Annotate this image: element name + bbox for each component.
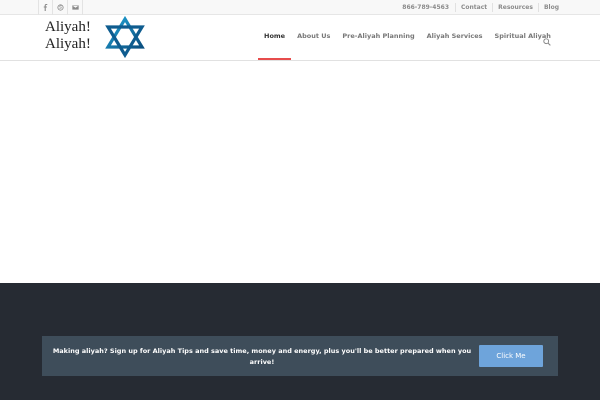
search-icon[interactable] <box>543 31 553 46</box>
skype-icon[interactable] <box>53 0 68 15</box>
logo-text: Aliyah! Aliyah! <box>45 19 107 53</box>
nav-home[interactable]: Home <box>258 15 292 60</box>
logo-line-2: Aliyah! <box>45 36 91 52</box>
nav-pre-aliyah-planning[interactable]: Pre-Aliyah Planning <box>336 15 420 60</box>
click-me-button[interactable]: Click Me <box>479 345 543 367</box>
phone-number: 866-789-4563 <box>402 4 449 11</box>
top-utility-bar: 866-789-4563 Contact Resources Blog <box>0 0 600 15</box>
nav-aliyah-services[interactable]: Aliyah Services <box>421 15 489 60</box>
blog-link[interactable]: Blog <box>537 3 564 12</box>
star-of-david-icon <box>105 16 145 58</box>
signup-callout-text: Making aliyah? Sign up for Aliyah Tips a… <box>52 347 472 366</box>
facebook-icon[interactable] <box>38 0 53 15</box>
utility-links: 866-789-4563 Contact Resources Blog <box>402 0 564 15</box>
nav-about-us[interactable]: About Us <box>291 15 336 60</box>
logo-line-1: Aliyah! <box>45 19 91 35</box>
social-icons <box>38 0 83 15</box>
site-logo[interactable]: Aliyah! Aliyah! <box>45 16 155 59</box>
contact-link[interactable]: Contact <box>455 3 492 12</box>
resources-link[interactable]: Resources <box>492 3 538 12</box>
signup-callout: Making aliyah? Sign up for Aliyah Tips a… <box>42 336 558 376</box>
main-nav: Home About Us Pre-Aliyah Planning Aliyah… <box>258 15 557 61</box>
mail-icon[interactable] <box>68 0 83 15</box>
footer: Making aliyah? Sign up for Aliyah Tips a… <box>0 283 600 400</box>
main-content <box>0 61 600 283</box>
